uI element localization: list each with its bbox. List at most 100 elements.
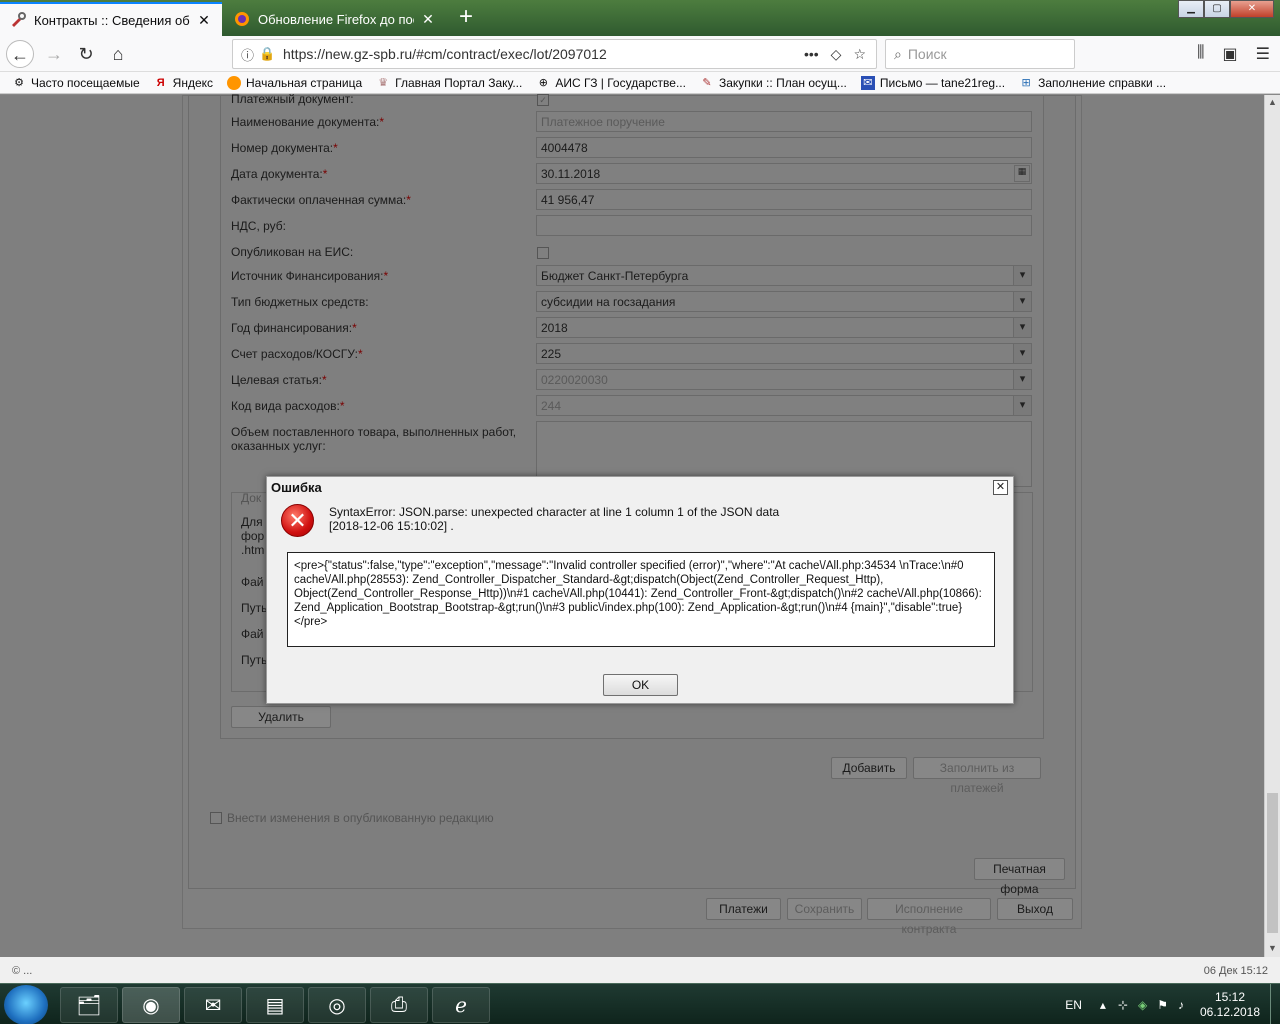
bookmark-item[interactable]: Начальная страница [227, 75, 362, 90]
document-date-field[interactable]: 30.11.2018 ▦ [536, 163, 1032, 184]
folders-icon[interactable]: ▤ [246, 987, 304, 1023]
calendar-icon[interactable]: ▦ [1014, 165, 1030, 182]
contract-execution-button[interactable]: Исполнение контракта [867, 898, 991, 936]
ok-button[interactable]: OK [603, 674, 678, 696]
volume-icon[interactable]: ♪ [1178, 998, 1184, 1012]
vat-field[interactable] [536, 215, 1032, 236]
home-button[interactable]: ⌂ [104, 40, 132, 68]
bookmark-item[interactable]: Я Яндекс [154, 76, 213, 90]
outlook-icon[interactable]: ✉ [184, 987, 242, 1023]
publish-changes-checkbox[interactable] [210, 812, 222, 824]
field-label: Код вида расходов:* [231, 399, 345, 413]
target-article-select[interactable]: 0220020030 [536, 369, 1032, 390]
clock[interactable]: 15:12 06.12.2018 [1190, 990, 1270, 1020]
save-button[interactable]: Сохранить [787, 898, 862, 920]
page-scrollbar[interactable]: ▲ ▼ [1264, 95, 1280, 957]
pocket-icon[interactable]: ◇ [831, 46, 842, 63]
doc-label: Фай [241, 575, 264, 589]
fieldset-legend: Док [241, 491, 262, 505]
fill-from-payments-button[interactable]: Заполнить из платежей [913, 757, 1041, 795]
bookmark-item[interactable]: ⊕ АИС ГЗ | Государстве... [536, 76, 686, 90]
search-input[interactable]: ⌕ Поиск [885, 39, 1075, 69]
field-label: НДС, руб: [231, 219, 287, 233]
exit-button[interactable]: Выход [997, 898, 1073, 920]
field-label: Фактически оплаченная сумма:* [231, 193, 411, 207]
sidebar-icon[interactable]: ▣ [1223, 44, 1238, 64]
bookmark-item[interactable]: ✎ Закупки :: План осущ... [700, 76, 847, 90]
budget-type-select[interactable]: субсидии на госзадания [536, 291, 1032, 312]
lock-icon: 🔒 [259, 46, 276, 61]
status-right: 06 Дек 15:12 [1203, 965, 1268, 977]
minimize-button[interactable]: ▁ [1178, 0, 1204, 18]
close-tab-icon[interactable]: ✕ [420, 11, 436, 28]
paid-amount-field[interactable]: 41 956,47 [536, 189, 1032, 210]
print-form-button[interactable]: Печатная форма [974, 858, 1065, 896]
new-tab-button[interactable]: + [452, 4, 480, 32]
scrollbar-thumb[interactable] [1267, 793, 1278, 933]
close-icon[interactable]: ✕ [993, 480, 1008, 495]
close-tab-icon[interactable]: ✕ [196, 12, 212, 29]
mail-icon: ✉ [860, 75, 875, 90]
fax-icon[interactable]: ⎙ [370, 987, 428, 1023]
forward-button[interactable]: → [40, 40, 68, 68]
firefox-icon[interactable]: ◉ [122, 987, 180, 1023]
info-icon[interactable]: ⓘ [241, 45, 259, 64]
search-icon: ⌕ [894, 45, 902, 62]
network-icon[interactable]: ⊹ [1118, 998, 1128, 1012]
error-dialog: Ошибка ✕ ✕ SyntaxError: JSON.parse: unex… [266, 476, 1014, 704]
reload-button[interactable]: ↻ [72, 40, 100, 68]
field-label: Источник Финансирования:* [231, 269, 389, 283]
chrome-icon[interactable]: ◎ [308, 987, 366, 1023]
system-tray: EN ▴ ⊹ ◈ ⚑ ♪ 15:12 06.12.2018 [1065, 984, 1280, 1024]
document-name-field[interactable]: Платежное поручение [536, 111, 1032, 132]
payments-button[interactable]: Платежи [706, 898, 781, 920]
payment-doc-checkbox[interactable]: ✓ [537, 94, 549, 106]
library-icon[interactable]: ⫼ [1197, 44, 1204, 64]
bookmark-star-icon[interactable]: ☆ [853, 46, 866, 63]
field-label: Опубликован на ЕИС: [231, 245, 354, 259]
funding-source-select[interactable]: Бюджет Санкт-Петербурга [536, 265, 1032, 286]
field-label: Счет расходов/КОСГУ:* [231, 347, 363, 361]
expense-account-select[interactable]: 225 [536, 343, 1032, 364]
scroll-down-icon[interactable]: ▼ [1268, 943, 1277, 953]
ie-icon[interactable]: ℯ [432, 987, 490, 1023]
field-label: Целевая статья:* [231, 373, 327, 387]
back-button[interactable]: ← [6, 40, 34, 68]
dialog-title: Ошибка [271, 480, 322, 495]
tab-title: Контракты :: Сведения об исп [34, 12, 190, 28]
bookmark-item[interactable]: ⚙ Часто посещаемые [12, 76, 140, 90]
bookmark-item[interactable]: ✉ Письмо — tane21reg... [860, 75, 1005, 90]
url-text[interactable]: https://new.gz-spb.ru/#cm/contract/exec/… [283, 46, 804, 62]
published-eis-checkbox[interactable] [537, 247, 549, 259]
error-message: SyntaxError: JSON.parse: unexpected char… [329, 505, 780, 533]
document-number-field[interactable]: 4004478 [536, 137, 1032, 158]
bookmark-item[interactable]: ⊞ Заполнение справки ... [1019, 76, 1167, 90]
action-center-icon[interactable]: ⚑ [1157, 998, 1168, 1012]
bookmark-item[interactable]: ♛ Главная Портал Заку... [376, 76, 522, 90]
tab-firefox-update[interactable]: Обновление Firefox до послед ✕ [224, 2, 446, 36]
doc-text: Для [241, 515, 263, 529]
antivirus-icon[interactable]: ◈ [1138, 998, 1147, 1012]
expense-code-select[interactable]: 244 [536, 395, 1032, 416]
field-label: Дата документа:* [231, 167, 328, 181]
status-bar: © ... 06 Дек 15:12 [0, 957, 1280, 983]
tab-contracts[interactable]: Контракты :: Сведения об исп ✕ [0, 2, 222, 36]
scroll-up-icon[interactable]: ▲ [1268, 97, 1277, 107]
doc-icon: ⊞ [1021, 76, 1031, 89]
add-button[interactable]: Добавить [831, 757, 907, 779]
error-detail: <pre>{"status":false,"type":"exception",… [287, 552, 995, 647]
menu-icon[interactable]: ☰ [1256, 44, 1270, 64]
url-bar[interactable]: ⓘ 🔒 https://new.gz-spb.ru/#cm/contract/e… [232, 39, 877, 69]
start-button[interactable] [4, 985, 48, 1024]
yandex-icon: Я [156, 76, 165, 89]
language-indicator[interactable]: EN [1065, 998, 1082, 1012]
tab-title: Обновление Firefox до послед [258, 11, 414, 27]
show-desktop-button[interactable] [1270, 984, 1280, 1024]
page-actions-icon[interactable]: ••• [804, 46, 819, 63]
close-window-button[interactable]: ✕ [1230, 0, 1274, 18]
explorer-icon[interactable]: 🗂 [60, 987, 118, 1023]
delete-button[interactable]: Удалить [231, 706, 331, 728]
tray-arrow-icon[interactable]: ▴ [1100, 998, 1106, 1012]
funding-year-select[interactable]: 2018 [536, 317, 1032, 338]
maximize-button[interactable]: ▢ [1204, 0, 1230, 18]
